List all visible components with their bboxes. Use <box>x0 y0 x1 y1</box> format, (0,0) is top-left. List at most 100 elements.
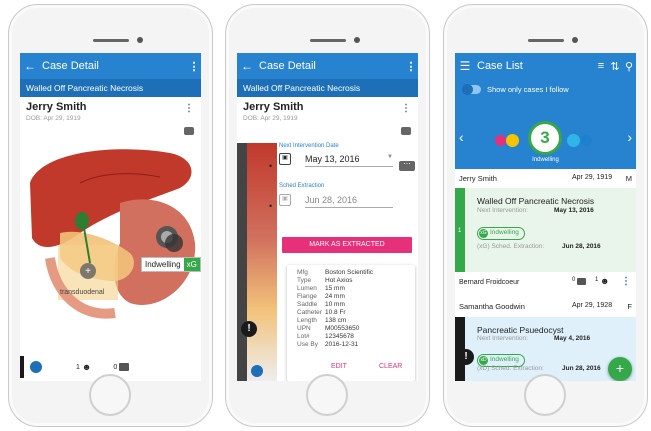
comments-count: 0 <box>113 363 118 371</box>
calendar-icon[interactable]: ▣ <box>279 194 291 206</box>
spec-value: 12345678 <box>325 333 354 340</box>
next-intervention-label: Next Intervention: <box>477 335 528 342</box>
page-title: Case List <box>477 60 523 72</box>
case-status-chip[interactable]: xG Indwelling <box>477 221 525 240</box>
next-arrow-icon[interactable]: › <box>627 129 632 145</box>
case-patient-name: Jerry Smith <box>459 174 497 183</box>
back-arrow-icon[interactable]: ← <box>237 59 257 73</box>
spec-key: Flange <box>297 293 317 300</box>
indwelling-count-label: Indwelling <box>532 157 559 163</box>
spec-value: Hot Axios <box>325 277 353 284</box>
spec-row: Type Hot Axios <box>297 277 373 285</box>
spec-row: Use By 2016-12-31 <box>297 341 373 349</box>
intervention-panel: Next Intervention Date • ▣ May 13, 2016 … <box>269 139 418 234</box>
sched-extraction-label: Sched Extraction <box>279 183 325 189</box>
indwelling-count[interactable]: 3 <box>528 121 562 155</box>
case-card-jerry[interactable]: 1 Walled Off Pancreatic Necrosis Next In… <box>455 188 636 272</box>
front-camera <box>354 37 360 43</box>
filter-icon[interactable]: ≡ <box>594 60 608 72</box>
spec-value: 138 cm <box>325 317 347 324</box>
physician-name: Bernard Froidcoeur <box>459 279 520 286</box>
comment-icon[interactable] <box>577 278 586 285</box>
front-camera <box>572 37 578 43</box>
svg-text:+: + <box>85 266 91 277</box>
more-options-icon[interactable]: ⋯ <box>399 161 415 171</box>
follow-toggle-label: Show only cases I follow <box>487 85 569 94</box>
spec-key: Type <box>297 277 312 284</box>
required-dot: • <box>269 201 273 211</box>
anatomy-illustration[interactable]: + transduodenal Indwelling xG <box>20 143 201 353</box>
alert-icon[interactable]: ! <box>458 349 474 365</box>
next-intervention-date-value: May 13, 2016 <box>305 154 360 164</box>
status-dot-pink[interactable] <box>495 135 506 146</box>
calendar-icon[interactable]: ▣ <box>279 153 291 165</box>
status-dot-blue[interactable] <box>581 135 592 146</box>
camera-icon[interactable] <box>184 127 194 135</box>
transduodenal-label: transduodenal <box>60 289 105 296</box>
status-stripe <box>20 356 24 378</box>
add-case-fab[interactable]: + <box>608 357 632 381</box>
stent-spec-list: Mfg Boston Scientific Type Hot Axios Lumen 15… <box>297 269 373 349</box>
physician-avatar[interactable] <box>30 361 42 373</box>
comment-icon[interactable] <box>119 363 130 371</box>
mark-extracted-button[interactable]: MARK AS EXTRACTED <box>282 237 412 253</box>
app-bar: ← Case Detail ⋮ <box>237 53 418 79</box>
search-icon[interactable]: ⚲ <box>622 60 636 73</box>
patient-menu-icon[interactable]: ⋮ <box>184 103 194 114</box>
spec-value: M00553650 <box>325 325 360 332</box>
alert-icon[interactable]: ! <box>241 321 257 337</box>
spec-key: Length <box>297 317 317 324</box>
physician-avatar[interactable] <box>251 365 263 377</box>
screen: ← Case Detail ⋮ Walled Off Pancreatic Ne… <box>20 53 201 381</box>
spec-key: Catheter <box>297 309 322 316</box>
dropdown-arrow-icon[interactable]: ▼ <box>387 154 393 160</box>
home-button[interactable] <box>89 374 131 416</box>
back-arrow-icon[interactable]: ← <box>20 59 40 73</box>
sort-icon[interactable]: ⇅ <box>608 60 622 73</box>
case-patient-sex: M <box>625 174 632 183</box>
prev-arrow-icon[interactable]: ‹ <box>459 129 464 145</box>
next-intervention-date-field[interactable]: May 13, 2016 ▼ <box>305 154 393 167</box>
spec-value: 10 mm <box>325 301 345 308</box>
speaker <box>93 39 129 42</box>
clear-button[interactable]: CLEAR <box>379 363 402 370</box>
case-menu-icon[interactable]: ⋮ <box>621 276 631 287</box>
spec-row: Lot# 12345678 <box>297 333 373 341</box>
speaker <box>528 39 564 42</box>
spec-value: 10.8 Fr <box>325 309 346 316</box>
sched-extraction-date-field[interactable]: Jun 28, 2016 <box>305 195 393 208</box>
spec-value: 15 mm <box>325 285 345 292</box>
stent-status-label: Indwelling <box>145 260 181 269</box>
stent-badge: xG <box>183 258 200 271</box>
spec-value: 24 mm <box>325 293 345 300</box>
follow-toggle[interactable] <box>462 84 481 95</box>
phone-case-detail-organ: ← Case Detail ⋮ Walled Off Pancreatic Ne… <box>8 4 213 427</box>
stent-status-chip[interactable]: Indwelling xG <box>141 257 201 272</box>
patient-name: Jerry Smith <box>243 101 304 113</box>
person-icon[interactable]: ☻ <box>600 276 609 286</box>
phone-case-list: ☰ Case List ≡ ⇅ ⚲ Show only cases I foll… <box>443 4 648 427</box>
speaker <box>310 39 346 42</box>
row-number: 1 <box>458 228 462 234</box>
more-menu-icon[interactable]: ⋮ <box>187 60 201 73</box>
case-patient-sex: F <box>627 302 632 311</box>
patient-name: Jerry Smith <box>26 101 87 113</box>
edit-button[interactable]: EDIT <box>331 363 347 370</box>
required-dot: • <box>269 161 273 171</box>
case-header-jerry[interactable]: Jerry Smith Apr 29, 1919 M <box>455 171 636 185</box>
home-button[interactable] <box>306 374 348 416</box>
page-title: Case Detail <box>42 60 99 72</box>
spec-row: Lumen 15 mm <box>297 285 373 293</box>
hamburger-menu-icon[interactable]: ☰ <box>455 59 475 73</box>
case-status-label: Indwelling <box>490 356 519 363</box>
case-patient-name: Samantha Goodwin <box>459 302 525 311</box>
more-menu-icon[interactable]: ⋮ <box>404 60 418 73</box>
person-icon[interactable]: ☻ <box>82 362 91 372</box>
status-dot-yellow[interactable] <box>506 134 519 147</box>
app-bar: ☰ Case List ≡ ⇅ ⚲ <box>455 53 636 79</box>
home-button[interactable] <box>524 374 566 416</box>
status-dot-cyan[interactable] <box>567 134 580 147</box>
case-header-samantha[interactable]: Samantha Goodwin Apr 29, 1928 F <box>455 299 636 313</box>
patient-menu-icon[interactable]: ⋮ <box>401 103 411 114</box>
camera-icon[interactable] <box>401 127 411 135</box>
